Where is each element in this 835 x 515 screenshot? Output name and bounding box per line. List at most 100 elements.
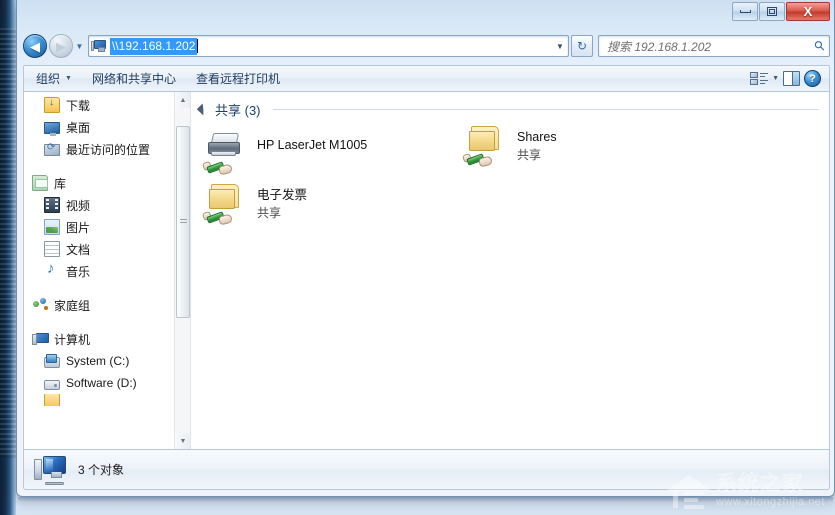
sidebar-item-videos[interactable]: 视频 xyxy=(24,194,172,216)
sidebar-item-software-d[interactable]: Software (D:) xyxy=(24,372,172,394)
shared-printer-icon xyxy=(201,130,249,176)
sidebar-item-label: 文档 xyxy=(66,242,91,257)
navigation-pane: 下载 桌面 最近访问的位置 库 视频 xyxy=(24,92,190,449)
search-placeholder-text: 搜索 192.168.1.202 xyxy=(607,39,712,54)
recent-places-icon xyxy=(44,142,60,156)
file-list-pane[interactable]: 共享 (3) HP LaserJet M1005 Shares 共享 电子发票 … xyxy=(191,92,829,449)
sidebar-item-label: 家庭组 xyxy=(54,298,91,313)
list-item[interactable]: 电子发票 共享 xyxy=(201,180,308,226)
window-controls: X xyxy=(732,2,830,21)
nav-group-spacer xyxy=(24,316,172,328)
sidebar-item-pictures[interactable]: 图片 xyxy=(24,216,172,238)
item-name: HP LaserJet M1005 xyxy=(257,138,368,152)
scroll-up-button[interactable]: ▲ xyxy=(175,92,190,108)
close-button[interactable]: X xyxy=(786,2,830,21)
view-remote-printers-button[interactable]: 查看远程打印机 xyxy=(188,67,288,90)
window-shadow xyxy=(18,497,833,502)
chevron-down-icon: ▼ xyxy=(65,75,72,82)
maximize-button[interactable] xyxy=(759,2,785,21)
back-arrow-icon: ◀ xyxy=(30,38,40,54)
scrollbar-thumb[interactable] xyxy=(176,126,190,318)
sidebar-item-label: 视频 xyxy=(66,198,91,213)
group-header: 共享 (3) xyxy=(196,100,819,119)
status-bar: 3 个对象 xyxy=(23,450,830,490)
refresh-button[interactable]: ↻ xyxy=(571,35,593,57)
network-sharing-center-button[interactable]: 网络和共享中心 xyxy=(84,67,184,90)
music-icon xyxy=(44,260,60,279)
computer-icon xyxy=(34,455,68,485)
sidebar-item-system-c[interactable]: System (C:) xyxy=(24,350,172,372)
downloads-folder-icon xyxy=(44,97,60,113)
list-item[interactable]: HP LaserJet M1005 xyxy=(201,130,368,176)
sidebar-item-label: 最近访问的位置 xyxy=(66,142,151,157)
sidebar-item-computer[interactable]: 计算机 xyxy=(24,328,172,350)
collapse-triangle-icon[interactable] xyxy=(196,103,210,116)
sidebar-item-music[interactable]: 音乐 xyxy=(24,260,172,282)
sidebar-item-documents[interactable]: 文档 xyxy=(24,238,172,260)
recent-pages-dropdown[interactable]: ▼ xyxy=(73,42,86,51)
explorer-window: X ◀ ▶ ▼ \\192.168.1.202 ▼ ↻ 搜索 192.168.1… xyxy=(16,0,835,497)
list-item[interactable]: Shares 共享 xyxy=(461,122,557,168)
nav-group-spacer xyxy=(24,282,172,294)
left-edge-strip xyxy=(0,0,16,515)
share-overlay-icon xyxy=(461,150,493,168)
item-subtext: 共享 xyxy=(517,148,542,162)
shared-folder-icon xyxy=(461,122,509,168)
sidebar-item-desktop[interactable]: 桌面 xyxy=(24,116,172,138)
refresh-icon: ↻ xyxy=(576,39,588,53)
forward-button[interactable]: ▶ xyxy=(49,34,73,58)
search-input[interactable]: 搜索 192.168.1.202 ⚲ xyxy=(598,35,830,57)
desktop-icon xyxy=(44,122,60,136)
maximize-icon xyxy=(767,7,777,16)
change-view-icon[interactable] xyxy=(750,71,769,86)
explorer-body: 下载 桌面 最近访问的位置 库 视频 xyxy=(23,92,830,450)
sidebar-item-homegroup[interactable]: 家庭组 xyxy=(24,294,172,316)
organize-menu-button[interactable]: 组织 ▼ xyxy=(28,67,80,90)
scroll-down-button[interactable]: ▼ xyxy=(175,433,190,449)
address-dropdown-icon[interactable]: ▼ xyxy=(552,42,568,51)
sidebar-item-label: 桌面 xyxy=(66,120,91,135)
minimize-button[interactable] xyxy=(732,2,758,21)
computer-icon xyxy=(32,331,49,347)
group-title-label: 共享 (3) xyxy=(215,103,261,118)
network-sharing-label: 网络和共享中心 xyxy=(91,72,176,86)
help-icon[interactable]: ? xyxy=(804,70,821,87)
shared-folder-icon xyxy=(201,180,249,226)
address-path-text: \\192.168.1.202 xyxy=(110,37,198,55)
forward-arrow-icon: ▶ xyxy=(56,38,66,54)
nav-group-spacer xyxy=(24,160,172,172)
toolbar-right-group: ▼ ? xyxy=(750,70,829,87)
pictures-icon xyxy=(44,219,60,235)
view-dropdown-icon[interactable]: ▼ xyxy=(772,75,779,82)
navigation-scrollbar[interactable]: ▲ ▼ xyxy=(174,92,190,449)
sidebar-item-downloads[interactable]: 下载 xyxy=(24,94,172,116)
drive-icon xyxy=(44,379,60,390)
system-drive-icon xyxy=(44,354,60,368)
address-input[interactable]: \\192.168.1.202 ▼ xyxy=(88,35,569,57)
group-separator-line xyxy=(272,109,819,110)
share-overlay-icon xyxy=(201,158,233,176)
sidebar-item-label: Software (D:) xyxy=(66,376,137,390)
folder-icon xyxy=(44,394,60,406)
sidebar-item-partial[interactable] xyxy=(24,394,172,406)
sidebar-item-recent-places[interactable]: 最近访问的位置 xyxy=(24,138,172,160)
address-computer-icon xyxy=(91,39,107,54)
sidebar-item-label: System (C:) xyxy=(66,354,130,368)
organize-label: 组织 xyxy=(36,72,61,86)
sidebar-item-libraries[interactable]: 库 xyxy=(24,172,172,194)
libraries-icon xyxy=(32,175,48,191)
command-toolbar: 组织 ▼ 网络和共享中心 查看远程打印机 ▼ ? xyxy=(23,65,830,92)
sidebar-item-label: 图片 xyxy=(66,220,91,235)
sidebar-item-label: 音乐 xyxy=(66,264,91,279)
back-button[interactable]: ◀ xyxy=(23,34,47,58)
remote-printers-label: 查看远程打印机 xyxy=(195,72,280,86)
status-object-count: 3 个对象 xyxy=(78,463,125,477)
sidebar-item-label: 计算机 xyxy=(54,332,91,347)
documents-icon xyxy=(44,241,60,257)
text-cursor xyxy=(197,39,199,53)
item-name: Shares xyxy=(517,130,557,144)
item-name: 电子发票 xyxy=(257,188,308,202)
minimize-icon xyxy=(739,10,751,13)
preview-pane-toggle-icon[interactable] xyxy=(783,71,800,86)
sidebar-item-label: 下载 xyxy=(66,98,91,113)
